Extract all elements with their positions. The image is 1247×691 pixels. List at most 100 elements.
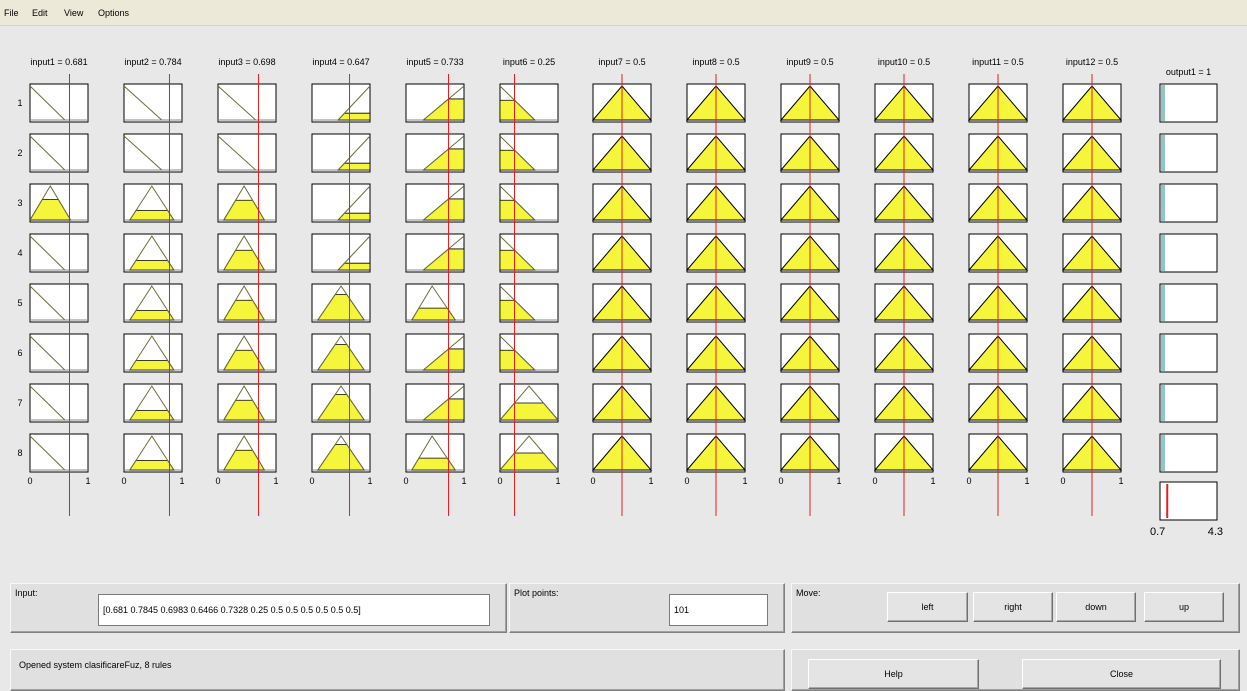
mf-fill: [129, 210, 175, 221]
input-panel: Input: [0.681 0.7845 0.6983 0.6466 0.732…: [10, 583, 507, 633]
menu-edit[interactable]: Edit: [32, 8, 48, 18]
axis-min-label: 0: [872, 476, 877, 486]
rule-number: 7: [17, 398, 22, 408]
axis-min-label: 0: [215, 476, 220, 486]
rule-number: 8: [17, 448, 22, 458]
status-message: Opened system clasificareFuz, 8 rules: [19, 660, 172, 670]
plot-points-label: Plot points:: [514, 588, 559, 598]
output-rule-cell: [1159, 433, 1218, 473]
axis-min-label: 0: [403, 476, 408, 486]
rule-number: 5: [17, 298, 22, 308]
rule-viewer-plot: 1 2 3 4 5 6 7 8 input1 = 0.681 0 1 input2 = 0.784 0 1…: [17, 57, 1223, 538]
axis-max-label: 1: [179, 476, 184, 486]
axis-min-label: 0: [27, 476, 32, 486]
status-panel: Opened system clasificareFuz, 8 rules: [10, 649, 785, 691]
rule-number: 1: [17, 98, 22, 108]
axis-min-label: 0: [309, 476, 314, 486]
menu-view[interactable]: View: [64, 8, 83, 18]
menu-options[interactable]: Options: [98, 8, 129, 18]
input-title: input9 = 0.5: [786, 57, 833, 67]
mf-fill: [129, 260, 175, 271]
axis-max-label: 1: [85, 476, 90, 486]
axis-max-label: 1: [1024, 476, 1029, 486]
menu-file[interactable]: File: [4, 8, 19, 18]
rule-cell: [29, 433, 89, 473]
output-title: output1 = 1: [1166, 67, 1211, 77]
help-close-panel: Help Close: [791, 649, 1240, 691]
close-button[interactable]: Close: [1022, 659, 1221, 689]
axis-max-label: 1: [836, 476, 841, 486]
output-rule-bar: [1161, 435, 1165, 471]
rule-number: 3: [17, 198, 22, 208]
output-rule-bar: [1161, 235, 1165, 271]
output-aggregate-cell: [1159, 481, 1218, 521]
input-title: input12 = 0.5: [1066, 57, 1118, 67]
axis-max-label: 1: [555, 476, 560, 486]
rule-cell: [123, 133, 183, 173]
output-rule-bar: [1161, 335, 1165, 371]
output-rule-cell: [1159, 133, 1218, 173]
output-rule-bar: [1161, 385, 1165, 421]
rule-cell: [217, 133, 277, 173]
mf-fill: [129, 360, 175, 371]
rule-cell: [29, 283, 89, 323]
mf-fill: [129, 310, 175, 321]
output-rule-bar: [1161, 185, 1165, 221]
output-rule-cell: [1159, 333, 1218, 373]
axis-max-label: 1: [930, 476, 935, 486]
move-down-button[interactable]: down: [1056, 592, 1136, 622]
rule-cell: [123, 83, 183, 123]
mf-fill: [129, 460, 175, 471]
output-rule-cell: [1159, 183, 1218, 223]
rule-cell: [29, 383, 89, 423]
axis-min-label: 0: [966, 476, 971, 486]
rule-cell: [29, 333, 89, 373]
input-title: input10 = 0.5: [878, 57, 930, 67]
axis-max-label: 1: [367, 476, 372, 486]
plot-points-panel: Plot points: 101: [509, 583, 785, 633]
output-rule-cell: [1159, 83, 1218, 123]
axis-min-label: 0: [684, 476, 689, 486]
move-right-button[interactable]: right: [973, 592, 1053, 622]
rule-cell: [29, 83, 89, 123]
output-rule-cell: [1159, 383, 1218, 423]
axis-max-label: 1: [1118, 476, 1123, 486]
input-title: input2 = 0.784: [124, 57, 181, 67]
input-title: input7 = 0.5: [598, 57, 645, 67]
input-label: Input:: [15, 588, 38, 598]
input-title: input3 = 0.698: [218, 57, 275, 67]
axis-min-label: 0: [121, 476, 126, 486]
axis-max-label: 1: [461, 476, 466, 486]
rule-cell: [29, 233, 89, 273]
plot-points-field[interactable]: 101: [669, 594, 768, 626]
output-range-min: 0.7: [1150, 526, 1165, 538]
input-title: input6 = 0.25: [503, 57, 555, 67]
axis-min-label: 0: [497, 476, 502, 486]
mf-fill: [129, 410, 175, 421]
rule-number: 4: [17, 248, 22, 258]
move-label: Move:: [796, 588, 821, 598]
input-title: input4 = 0.647: [312, 57, 369, 67]
rule-number: 2: [17, 148, 22, 158]
rule-cell: [29, 133, 89, 173]
rule-cell: [217, 83, 277, 123]
output-rule-bar: [1161, 285, 1165, 321]
input-title: input5 = 0.733: [406, 57, 463, 67]
axis-max-label: 1: [648, 476, 653, 486]
axis-max-label: 1: [742, 476, 747, 486]
input-title: input8 = 0.5: [692, 57, 739, 67]
output-rule-bar: [1161, 135, 1165, 171]
menu-bar: File Edit View Options: [0, 0, 1247, 26]
rule-number: 6: [17, 348, 22, 358]
output-rule-bar: [1161, 85, 1165, 121]
input-vector-field[interactable]: [0.681 0.7845 0.6983 0.6466 0.7328 0.25 …: [98, 594, 490, 626]
help-button[interactable]: Help: [808, 659, 979, 689]
move-left-button[interactable]: left: [887, 592, 968, 622]
axis-max-label: 1: [273, 476, 278, 486]
axis-min-label: 0: [1060, 476, 1065, 486]
axis-min-label: 0: [590, 476, 595, 486]
input-title: input1 = 0.681: [30, 57, 87, 67]
input-title: input11 = 0.5: [972, 57, 1024, 67]
move-up-button[interactable]: up: [1144, 592, 1224, 622]
output-rule-cell: [1159, 233, 1218, 273]
